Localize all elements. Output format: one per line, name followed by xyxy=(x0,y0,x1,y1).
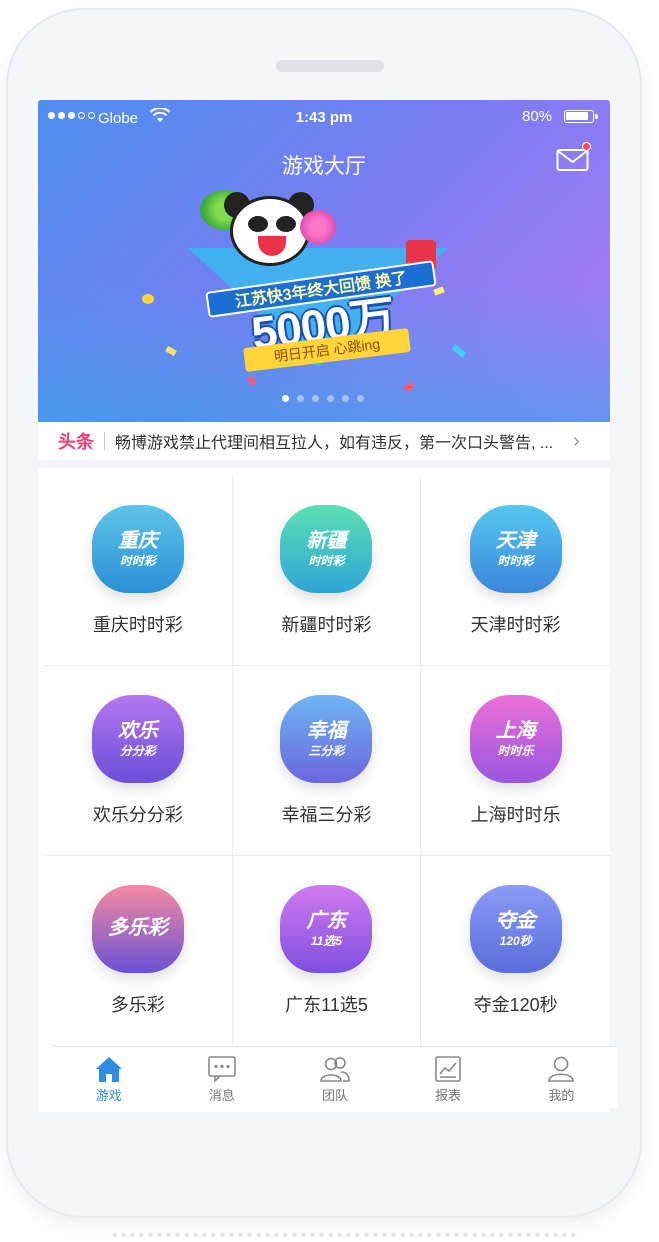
confetti-icon xyxy=(247,376,257,386)
home-icon xyxy=(95,1057,122,1082)
game-icon-subtitle: 三分彩 xyxy=(308,743,345,758)
game-icon[interactable]: 上海 时时乐 xyxy=(469,694,562,783)
pager-dot[interactable] xyxy=(342,395,349,402)
game-tile[interactable]: 上海 时时乐 上海时时乐 xyxy=(421,666,610,856)
game-tile[interactable]: 幸福 三分彩 幸福三分彩 xyxy=(232,666,422,856)
game-icon-title: 幸福 xyxy=(306,719,347,742)
tab-messages[interactable]: 消息 xyxy=(177,1047,267,1108)
phone-speaker xyxy=(276,60,384,72)
tab-profile[interactable]: 我的 xyxy=(516,1047,606,1108)
team-icon xyxy=(320,1057,350,1082)
tab-label: 我的 xyxy=(548,1088,575,1103)
game-icon-title: 新疆 xyxy=(306,529,347,552)
promo-artwork[interactable]: 江苏快3年终大回馈 换了 5000万 明日开启 心跳ing xyxy=(142,188,478,398)
confetti-icon xyxy=(142,294,154,304)
game-icon-title: 多乐彩 xyxy=(107,917,168,939)
user-icon xyxy=(548,1056,575,1082)
pager-dot[interactable] xyxy=(327,395,334,402)
game-tile[interactable]: 多乐彩 多乐彩 xyxy=(44,856,233,1046)
game-icon-title: 夺金 xyxy=(495,910,536,932)
tab-games[interactable]: 游戏 xyxy=(64,1047,154,1108)
game-icon[interactable]: 天津 时时彩 xyxy=(469,504,562,593)
game-tile[interactable]: 欢乐 分分彩 欢乐分分彩 xyxy=(44,666,233,856)
game-tile[interactable]: 广东 11选5 广东11选5 xyxy=(232,856,422,1046)
pink-pompom-icon xyxy=(300,210,336,244)
hero-banner[interactable]: Globe 1:43 pm 80% 游戏大厅 江苏快3年终大回馈 换了 5000… xyxy=(38,100,610,422)
banner-pager[interactable] xyxy=(282,395,364,402)
tab-reports[interactable]: 报表 xyxy=(403,1047,493,1108)
battery-icon xyxy=(564,110,598,123)
game-grid: 重庆 时时彩 重庆时时彩 新疆 时时彩 新疆时时彩 天津 时时彩 天津时时彩 欢… xyxy=(44,476,610,1046)
page-title: 游戏大厅 xyxy=(282,155,366,178)
game-icon-subtitle: 时时彩 xyxy=(497,553,534,568)
tab-label: 游戏 xyxy=(95,1088,122,1103)
ticker-text[interactable]: 畅博游戏禁止代理间相互拉人，如有违反，第一次口头警告, ... xyxy=(115,429,563,453)
app-screen: Globe 1:43 pm 80% 游戏大厅 江苏快3年终大回馈 换了 5000… xyxy=(38,100,610,1112)
tab-label: 团队 xyxy=(321,1088,348,1103)
game-name[interactable]: 欢乐分分彩 xyxy=(93,801,183,827)
game-name[interactable]: 重庆时时彩 xyxy=(93,611,183,637)
panda-eye-icon xyxy=(248,216,268,232)
bottom-tab-bar: 游戏 消息 团队 报表 我的 xyxy=(52,1046,618,1108)
game-icon-subtitle: 11选5 xyxy=(310,934,343,948)
game-icon[interactable]: 多乐彩 xyxy=(91,885,184,973)
game-tile[interactable]: 重庆 时时彩 重庆时时彩 xyxy=(44,476,233,666)
confetti-icon xyxy=(165,345,177,357)
news-ticker[interactable]: 头条 畅博游戏禁止代理间相互拉人，如有违反，第一次口头警告, ... › xyxy=(38,422,610,468)
pager-dot[interactable] xyxy=(312,395,319,402)
game-icon-title: 欢乐 xyxy=(117,719,158,742)
game-icon[interactable]: 新疆 时时彩 xyxy=(280,504,373,593)
game-icon-subtitle: 120秒 xyxy=(499,934,532,948)
confetti-icon xyxy=(451,344,467,358)
game-icon-title: 广东 xyxy=(306,910,347,932)
game-tile[interactable]: 夺金 120秒 夺金120秒 xyxy=(421,856,610,1046)
confetti-icon xyxy=(403,381,415,393)
battery-percentage: 80% xyxy=(522,108,553,125)
game-icon[interactable]: 重庆 时时彩 xyxy=(91,504,184,593)
game-name[interactable]: 多乐彩 xyxy=(111,991,165,1017)
status-bar: Globe 1:43 pm 80% xyxy=(38,100,610,136)
ticker-tag: 头条 xyxy=(58,432,94,452)
chevron-right-icon[interactable]: › xyxy=(573,430,580,453)
game-name[interactable]: 天津时时彩 xyxy=(471,611,561,637)
game-icon-title: 上海 xyxy=(495,719,536,742)
tab-label: 消息 xyxy=(208,1088,235,1103)
game-icon-subtitle: 时时乐 xyxy=(497,743,534,758)
game-tile[interactable]: 天津 时时彩 天津时时彩 xyxy=(421,476,610,666)
game-icon[interactable]: 欢乐 分分彩 xyxy=(91,694,184,783)
game-icon-subtitle: 时时彩 xyxy=(119,553,156,568)
game-icon-subtitle: 时时彩 xyxy=(308,553,345,568)
ticker-divider xyxy=(104,432,105,450)
game-name[interactable]: 新疆时时彩 xyxy=(281,611,371,637)
pager-dot[interactable] xyxy=(282,395,289,402)
message-icon xyxy=(207,1056,236,1083)
report-icon xyxy=(435,1056,461,1082)
game-name[interactable]: 幸福三分彩 xyxy=(281,801,371,827)
panda-eye-icon xyxy=(276,216,296,232)
game-name[interactable]: 上海时时乐 xyxy=(471,801,561,827)
game-name[interactable]: 广东11选5 xyxy=(285,991,368,1017)
game-icon-title: 重庆 xyxy=(117,529,158,552)
game-icon[interactable]: 广东 11选5 xyxy=(280,885,373,973)
decorative-dots xyxy=(110,1232,580,1238)
game-tile[interactable]: 新疆 时时彩 新疆时时彩 xyxy=(232,476,422,666)
tab-label: 报表 xyxy=(435,1088,462,1103)
pager-dot[interactable] xyxy=(357,395,364,402)
tab-team[interactable]: 团队 xyxy=(290,1047,380,1108)
game-icon-subtitle: 分分彩 xyxy=(119,743,156,758)
notification-dot xyxy=(582,142,591,151)
game-icon[interactable]: 夺金 120秒 xyxy=(469,885,562,973)
game-name[interactable]: 夺金120秒 xyxy=(474,991,558,1017)
game-icon[interactable]: 幸福 三分彩 xyxy=(280,694,373,783)
game-icon-title: 天津 xyxy=(495,529,536,552)
pager-dot[interactable] xyxy=(297,395,304,402)
